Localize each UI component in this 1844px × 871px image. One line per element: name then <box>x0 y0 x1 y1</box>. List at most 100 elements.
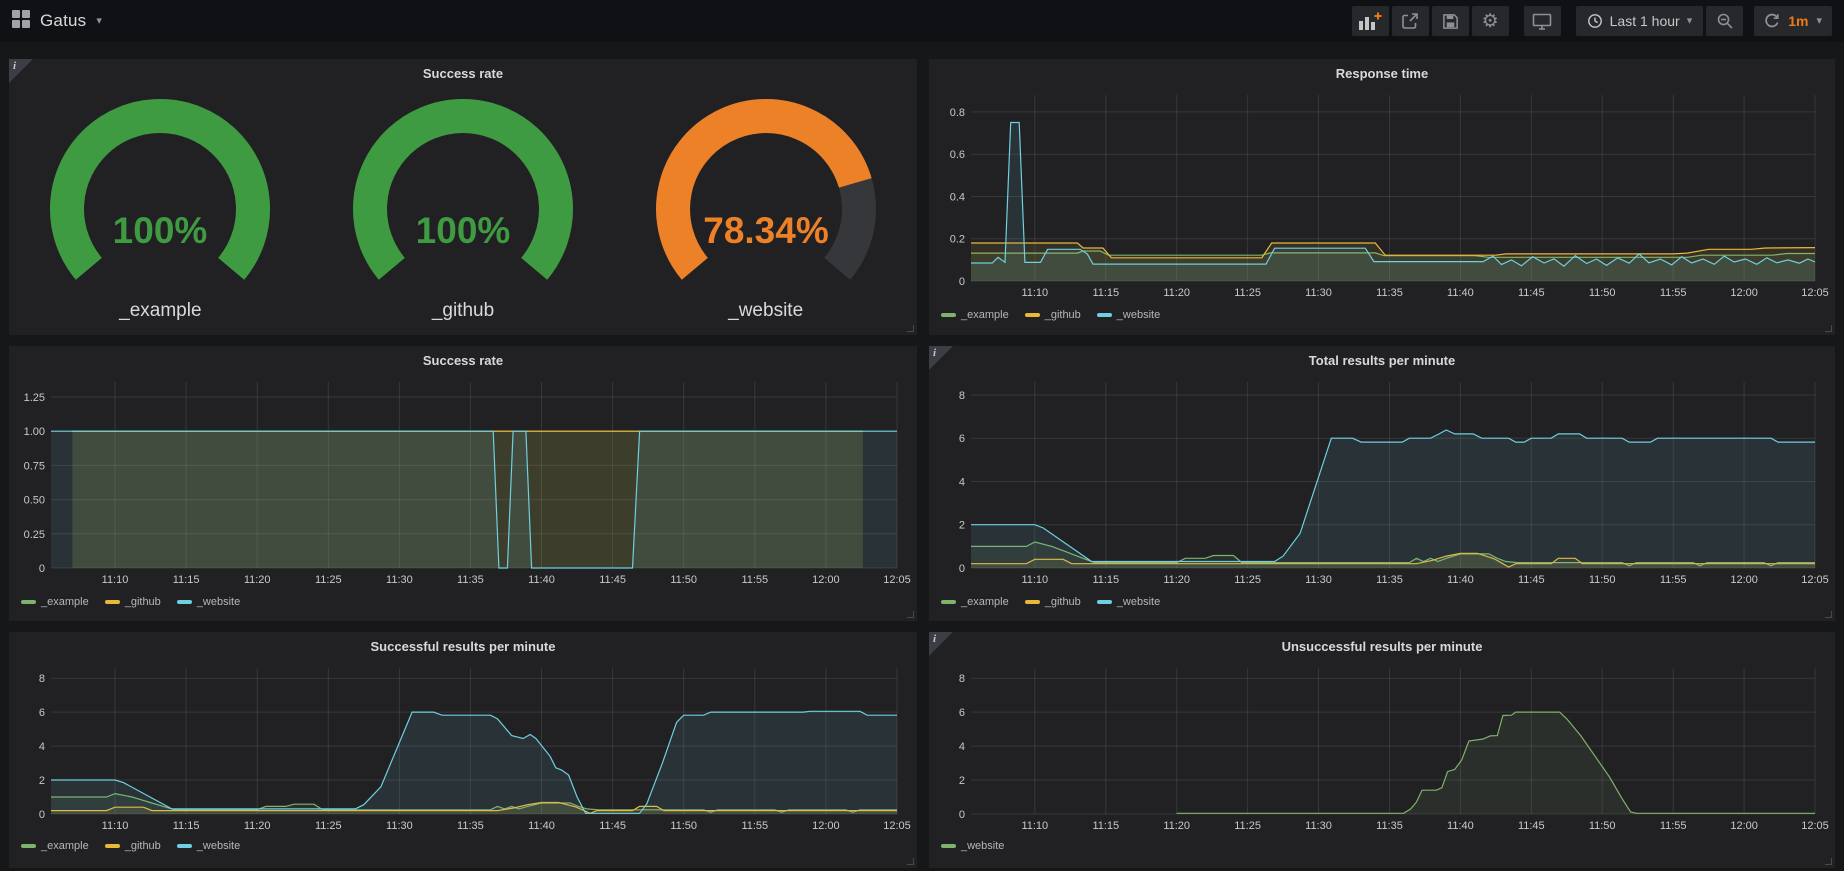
dashboard-picker[interactable]: Gatus ▾ <box>12 10 102 33</box>
svg-text:6: 6 <box>959 433 965 445</box>
svg-text:11:45: 11:45 <box>599 574 626 586</box>
dashboards-grid-icon <box>12 10 30 33</box>
svg-text:11:35: 11:35 <box>457 574 484 586</box>
svg-text:11:55: 11:55 <box>1660 574 1687 586</box>
share-button[interactable] <box>1392 6 1429 36</box>
svg-text:11:35: 11:35 <box>1376 574 1403 586</box>
zoom-out-button[interactable] <box>1706 6 1743 36</box>
svg-text:12:00: 12:00 <box>1730 287 1758 299</box>
panel-title[interactable]: Total results per minute <box>929 346 1835 374</box>
svg-text:0.50: 0.50 <box>24 495 45 507</box>
legend-swatch <box>941 313 956 317</box>
gauge-value: 100% <box>113 210 208 251</box>
svg-text:0.25: 0.25 <box>24 529 45 541</box>
legend-item-_example[interactable]: _example <box>941 309 1009 321</box>
gauge-_website: 78.34%_website <box>615 91 917 322</box>
legend-swatch <box>177 844 192 848</box>
legend-item-_github[interactable]: _github <box>1025 596 1081 608</box>
chart-legend: _example _github _website <box>941 309 1160 321</box>
legend-item-_example[interactable]: _example <box>21 596 89 608</box>
panel-title[interactable]: Unsuccessful results per minute <box>929 632 1835 660</box>
legend-item-_website[interactable]: _website <box>177 596 240 608</box>
svg-text:0: 0 <box>959 563 965 575</box>
gauge-_example: 100%_example <box>9 91 311 322</box>
panel-response-time: Response time 11:1011:1511:2011:2511:301… <box>929 59 1835 335</box>
svg-text:8: 8 <box>959 390 965 402</box>
plot-area[interactable]: 11:1011:1511:2011:2511:3011:3511:4011:45… <box>935 89 1829 301</box>
legend-item-_website[interactable]: _website <box>1097 596 1160 608</box>
legend-item-_github[interactable]: _github <box>105 596 161 608</box>
gauge-arc: 100% <box>10 91 310 299</box>
gauge-arc: 100% <box>313 91 613 299</box>
dashboard-title: Gatus <box>40 11 86 31</box>
clock-icon <box>1587 13 1603 29</box>
cycle-view-mode-button[interactable] <box>1524 6 1561 36</box>
svg-text:11:10: 11:10 <box>102 574 129 586</box>
panel-successful-results: Successful results per minute 11:1011:15… <box>9 632 917 868</box>
refresh-interval-label: 1m <box>1788 13 1808 29</box>
svg-text:6: 6 <box>959 707 965 719</box>
panel-title[interactable]: Success rate <box>9 346 917 374</box>
svg-text:11:30: 11:30 <box>1305 574 1332 586</box>
legend-item-_website[interactable]: _website <box>941 840 1004 852</box>
svg-text:11:15: 11:15 <box>173 574 200 586</box>
chevron-down-icon: ▾ <box>1687 16 1693 27</box>
svg-text:4: 4 <box>959 741 965 753</box>
svg-text:11:30: 11:30 <box>1305 820 1332 832</box>
settings-button[interactable]: ⚙ <box>1472 6 1509 36</box>
panel-success-rate-gauges: i Success rate 100%_example100%_github78… <box>9 59 917 335</box>
panel-title[interactable]: Response time <box>929 59 1835 87</box>
svg-text:11:45: 11:45 <box>1518 574 1545 586</box>
svg-text:11:20: 11:20 <box>244 820 271 832</box>
svg-text:11:55: 11:55 <box>1660 287 1687 299</box>
svg-text:11:30: 11:30 <box>1305 287 1332 299</box>
legend-item-_website[interactable]: _website <box>177 840 240 852</box>
svg-text:0: 0 <box>959 276 965 288</box>
gauge-row: 100%_example100%_github78.34%_website <box>9 91 917 322</box>
svg-text:12:05: 12:05 <box>1801 820 1829 832</box>
plot-area[interactable]: 11:1011:1511:2011:2511:3011:3511:4011:45… <box>935 376 1829 588</box>
time-range-picker[interactable]: Last 1 hour ▾ <box>1576 6 1704 36</box>
panel-title[interactable]: Success rate <box>9 59 917 87</box>
gear-icon: ⚙ <box>1482 12 1499 31</box>
svg-text:11:10: 11:10 <box>1021 820 1048 832</box>
svg-text:11:55: 11:55 <box>1660 820 1687 832</box>
svg-text:12:00: 12:00 <box>1730 820 1758 832</box>
legend-swatch <box>21 844 36 848</box>
svg-text:11:40: 11:40 <box>1447 820 1474 832</box>
svg-text:11:45: 11:45 <box>599 820 626 832</box>
svg-text:11:25: 11:25 <box>1234 574 1261 586</box>
panel-unsuccessful-results: i Unsuccessful results per minute 11:101… <box>929 632 1835 868</box>
svg-text:0: 0 <box>39 809 45 821</box>
response-time-chart[interactable]: 11:1011:1511:2011:2511:3011:3511:4011:45… <box>935 89 1829 301</box>
svg-text:8: 8 <box>959 673 965 685</box>
legend-item-_example[interactable]: _example <box>21 840 89 852</box>
total-results-chart[interactable]: 11:1011:1511:2011:2511:3011:3511:4011:45… <box>935 376 1829 588</box>
svg-text:0.8: 0.8 <box>950 107 965 119</box>
svg-text:8: 8 <box>39 673 45 685</box>
plot-area[interactable]: 11:1011:1511:2011:2511:3011:3511:4011:45… <box>935 662 1829 834</box>
success-rate-chart[interactable]: 11:1011:1511:2011:2511:3011:3511:4011:45… <box>15 376 911 588</box>
save-button[interactable] <box>1432 6 1469 36</box>
panel-title[interactable]: Successful results per minute <box>9 632 917 660</box>
legend-item-_website[interactable]: _website <box>1097 309 1160 321</box>
svg-text:12:05: 12:05 <box>883 820 911 832</box>
gauge-label: _website <box>615 300 917 322</box>
svg-text:11:30: 11:30 <box>386 574 413 586</box>
svg-text:11:35: 11:35 <box>457 820 484 832</box>
legend-item-_github[interactable]: _github <box>1025 309 1081 321</box>
refresh-picker[interactable]: 1m ▾ <box>1754 6 1832 36</box>
successful-results-chart[interactable]: 11:1011:1511:2011:2511:3011:3511:4011:45… <box>15 662 911 834</box>
svg-text:11:50: 11:50 <box>670 820 697 832</box>
svg-text:11:25: 11:25 <box>315 574 342 586</box>
plot-area[interactable]: 11:1011:1511:2011:2511:3011:3511:4011:45… <box>15 662 911 834</box>
svg-text:1.00: 1.00 <box>24 426 45 438</box>
svg-text:11:50: 11:50 <box>670 574 697 586</box>
svg-text:11:45: 11:45 <box>1518 820 1545 832</box>
add-panel-button[interactable] <box>1352 6 1389 36</box>
svg-text:2: 2 <box>959 520 965 532</box>
legend-item-_github[interactable]: _github <box>105 840 161 852</box>
plot-area[interactable]: 11:1011:1511:2011:2511:3011:3511:4011:45… <box>15 376 911 588</box>
legend-item-_example[interactable]: _example <box>941 596 1009 608</box>
unsuccessful-results-chart[interactable]: 11:1011:1511:2011:2511:3011:3511:4011:45… <box>935 662 1829 834</box>
